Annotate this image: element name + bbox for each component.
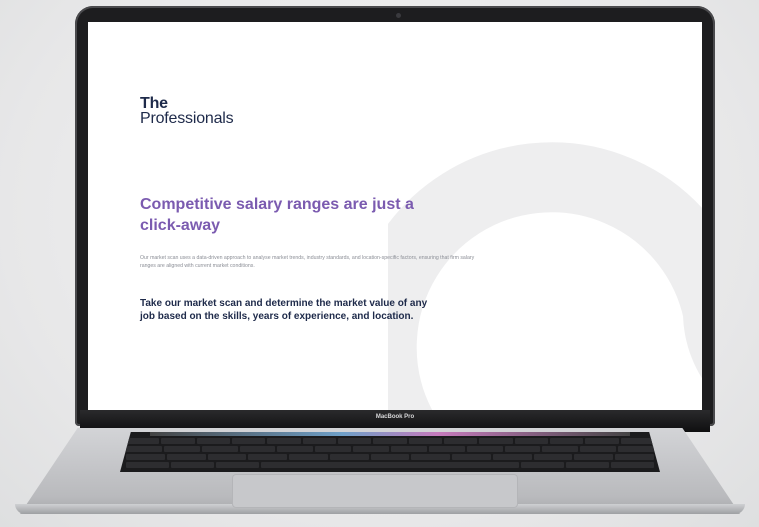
touch-bar	[150, 432, 630, 436]
keyboard	[120, 432, 660, 472]
page-headline: Competitive salary ranges are just a cli…	[140, 196, 414, 234]
cta-paragraph: Take our market scan and determine the m…	[140, 298, 428, 322]
laptop-screen: The Professionals Competitive salary ran…	[88, 22, 702, 410]
device-label: MacBook Pro	[375, 414, 415, 420]
trackpad	[232, 474, 518, 508]
logo-line-2: Professionals	[140, 110, 234, 127]
intro-paragraph: Our market scan uses a data-driven appro…	[140, 255, 475, 269]
camera-icon	[396, 13, 401, 18]
brand-logo[interactable]: The Professionals	[140, 95, 234, 127]
logo-line-1: The	[140, 95, 168, 112]
